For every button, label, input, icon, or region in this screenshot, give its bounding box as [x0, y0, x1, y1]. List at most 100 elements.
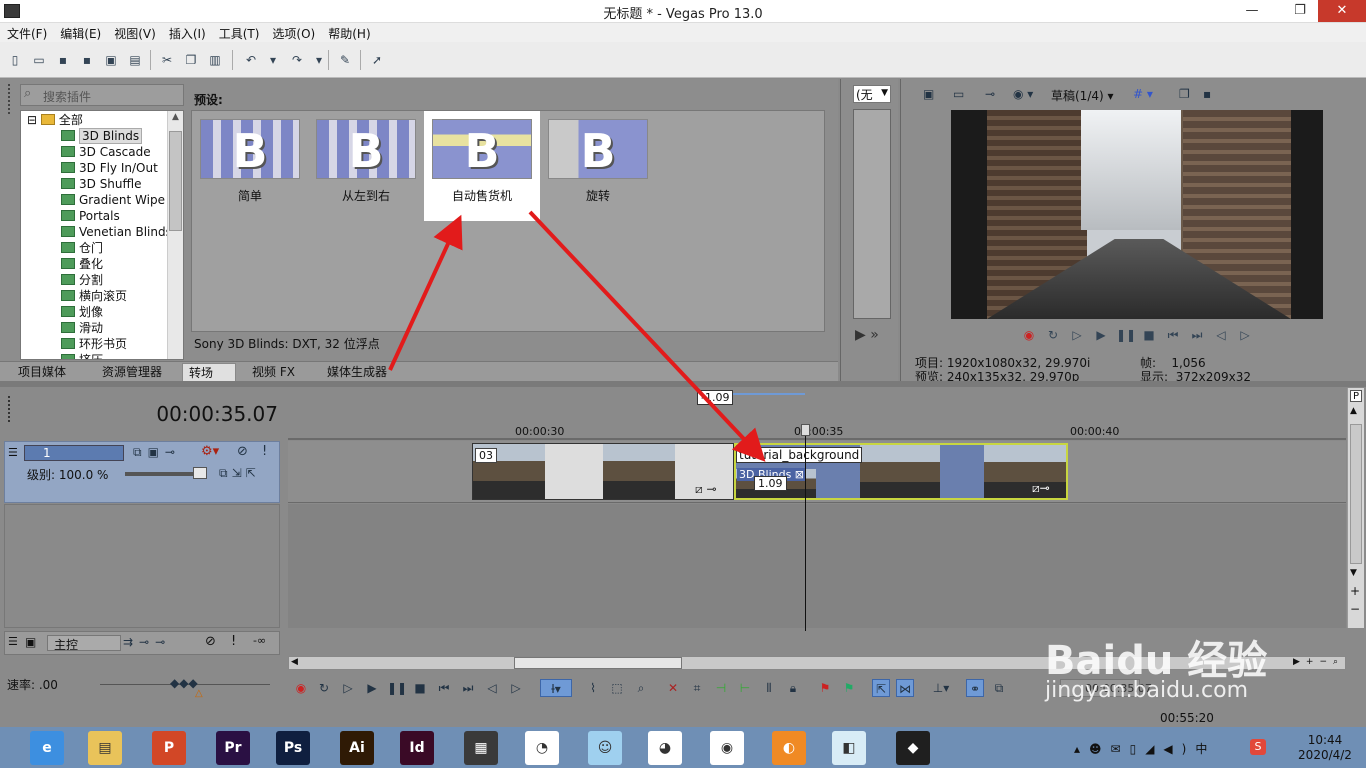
save-snapshot-icon[interactable]: ▪	[1203, 87, 1211, 101]
split-icon[interactable]: ⫴	[760, 679, 778, 697]
rate-slider-handle[interactable]: ◆◆◆	[170, 676, 198, 690]
minimize-button[interactable]: —	[1234, 0, 1270, 22]
taskbar-photoshop-icon[interactable]: Ps	[276, 731, 310, 765]
auto-ripple-icon[interactable]: ⊥▾	[924, 679, 958, 697]
tab-project-media[interactable]: 项目媒体	[12, 363, 72, 382]
zoom-controls[interactable]: ▶+−⌕	[1293, 657, 1344, 667]
tab-media-generators[interactable]: 媒体生成器	[321, 363, 393, 382]
loop-icon[interactable]: ↻	[315, 679, 333, 697]
tree-item[interactable]: 环形书页	[61, 336, 127, 352]
tab-video-fx[interactable]: 视频 FX	[246, 363, 301, 382]
scroll-up-icon[interactable]: ▲	[169, 112, 182, 126]
record-icon[interactable]: ◉	[292, 679, 310, 697]
copy-snapshot-icon[interactable]: ❐	[1179, 87, 1190, 101]
taskbar-vegas-icon[interactable]: ▦	[464, 731, 498, 765]
lock-envelopes-icon[interactable]: ⚭	[966, 679, 984, 697]
redo-dropdown-icon[interactable]: ▾	[310, 51, 328, 69]
zoom-in-icon[interactable]: +	[1350, 584, 1360, 598]
menu-file[interactable]: 文件(F)	[0, 23, 53, 42]
stop-icon[interactable]: ■	[1140, 326, 1158, 344]
play-icon[interactable]: ▶ »	[855, 327, 879, 343]
maximize-button[interactable]: ❐	[1282, 0, 1318, 22]
mute-icon[interactable]: ⊘	[237, 444, 248, 459]
track-number[interactable]: 1	[24, 445, 124, 461]
play-from-start-icon[interactable]: ▷	[1068, 326, 1086, 344]
panel-grip[interactable]	[8, 84, 14, 114]
taskbar-premiere-icon[interactable]: Pr	[216, 731, 250, 765]
scroll-thumb[interactable]	[169, 131, 182, 231]
properties-icon[interactable]: ▤	[126, 51, 144, 69]
compositing-icons[interactable]: ⧉⇲⇱	[219, 466, 260, 481]
lock-icon[interactable]: 🔒︎	[784, 679, 802, 697]
playhead-cursor[interactable]	[805, 425, 806, 655]
loop-region-bar[interactable]	[733, 393, 805, 395]
preset-left-to-right[interactable]: B 从左到右	[308, 111, 424, 221]
delete-icon[interactable]: ✕	[664, 679, 682, 697]
middle-list[interactable]	[853, 109, 891, 319]
paste-icon[interactable]: ▥	[206, 51, 224, 69]
menu-help[interactable]: 帮助(H)	[321, 23, 376, 42]
tree-item[interactable]: 仓门	[61, 240, 103, 256]
prev-frame-icon[interactable]: ◁	[1212, 326, 1230, 344]
tree-item[interactable]: 3D Cascade	[61, 144, 151, 160]
copy-icon[interactable]: ❐	[182, 51, 200, 69]
solo-icon[interactable]: !	[262, 444, 267, 459]
taskbar-qq-icon[interactable]: ◕	[648, 731, 682, 765]
prev-frame-icon[interactable]: ◁	[483, 679, 501, 697]
whats-this-icon[interactable]: ➚	[368, 51, 386, 69]
taskbar-powerpoint-icon[interactable]: P	[152, 731, 186, 765]
tree-item[interactable]: 横向滚页	[61, 288, 127, 304]
tab-explorer[interactable]: 资源管理器	[96, 363, 168, 382]
zoom-out-icon[interactable]: −	[1350, 602, 1360, 616]
taskbar-chrome-icon[interactable]: ◉	[710, 731, 744, 765]
taskbar-green-app-icon[interactable]: ◆	[896, 731, 930, 765]
render-icon[interactable]: ▣	[102, 51, 120, 69]
middle-dropdown[interactable]: (无 ▼	[853, 85, 891, 103]
level-slider-handle[interactable]	[193, 467, 207, 479]
master-bus-header[interactable]: ☰ ▣ 主控 ⇉⊸⊸ ⊘ ! -∞	[4, 631, 280, 655]
tree-item[interactable]: 3D Fly In/Out	[61, 160, 158, 176]
save-icon[interactable]: ▪	[54, 51, 72, 69]
mute-icon[interactable]: ⊘	[205, 634, 216, 649]
normal-edit-tool-icon[interactable]: Ɨ▾	[540, 679, 572, 697]
preset-vending-machine[interactable]: B 自动售货机	[424, 111, 540, 221]
scroll-thumb[interactable]	[514, 657, 682, 669]
menu-insert[interactable]: 插入(I)	[162, 23, 212, 42]
tree-scrollbar[interactable]: ▲	[167, 111, 183, 359]
new-file-icon[interactable]: ▯	[6, 51, 24, 69]
preset-rotate[interactable]: B 旋转	[540, 111, 656, 221]
video-clip-03[interactable]: 03 ⧄ ⊸	[472, 443, 734, 500]
zoom-panel-icon[interactable]: P	[1350, 390, 1362, 402]
trim-icon[interactable]: ⌗	[688, 679, 706, 697]
go-to-end-icon[interactable]: ⏭	[459, 679, 477, 697]
tree-item[interactable]: 划像	[61, 304, 103, 320]
play-from-start-icon[interactable]: ▷	[339, 679, 357, 697]
solo-icon[interactable]: !	[231, 634, 236, 649]
undo-icon[interactable]: ↶	[242, 51, 260, 69]
open-folder-icon[interactable]: ▭	[30, 51, 48, 69]
playhead-handle[interactable]	[801, 424, 810, 436]
tree-item[interactable]: 分割	[61, 272, 103, 288]
loop-icon[interactable]: ↻	[1044, 326, 1062, 344]
selection-tool-icon[interactable]: ⬚	[608, 679, 626, 697]
next-frame-icon[interactable]: ▷	[507, 679, 525, 697]
tree-item-3d-blinds[interactable]: 3D Blinds	[61, 128, 143, 144]
scroll-down-icon[interactable]: ▼	[1350, 568, 1357, 578]
preview-settings-icon[interactable]: ▣	[923, 87, 934, 101]
scroll-up-icon[interactable]: ▲	[1350, 406, 1357, 416]
brush-icon[interactable]: ✎	[336, 51, 354, 69]
go-to-end-icon[interactable]: ⏭	[1188, 326, 1206, 344]
taskbar-browser-icon[interactable]: e	[30, 731, 64, 765]
ignore-grouping-icon[interactable]: ⧉	[990, 679, 1008, 697]
plugin-search-input[interactable]: 搜索插件	[20, 84, 184, 106]
system-tray-icons[interactable]: ▴☻✉▯◢◀)中	[1074, 740, 1216, 757]
grid-icon[interactable]: # ▾	[1133, 87, 1153, 101]
tree-item[interactable]: Portals	[61, 208, 120, 224]
track-fx-icon[interactable]: ⚙▾	[201, 444, 219, 459]
menu-tools[interactable]: 工具(T)	[212, 23, 266, 42]
pause-icon[interactable]: ❚❚	[387, 679, 407, 697]
tree-item[interactable]: 滑动	[61, 320, 103, 336]
panel-grip[interactable]	[8, 396, 14, 422]
tab-transitions[interactable]: 转场	[182, 363, 236, 382]
input-method-icon[interactable]: S	[1250, 739, 1266, 755]
